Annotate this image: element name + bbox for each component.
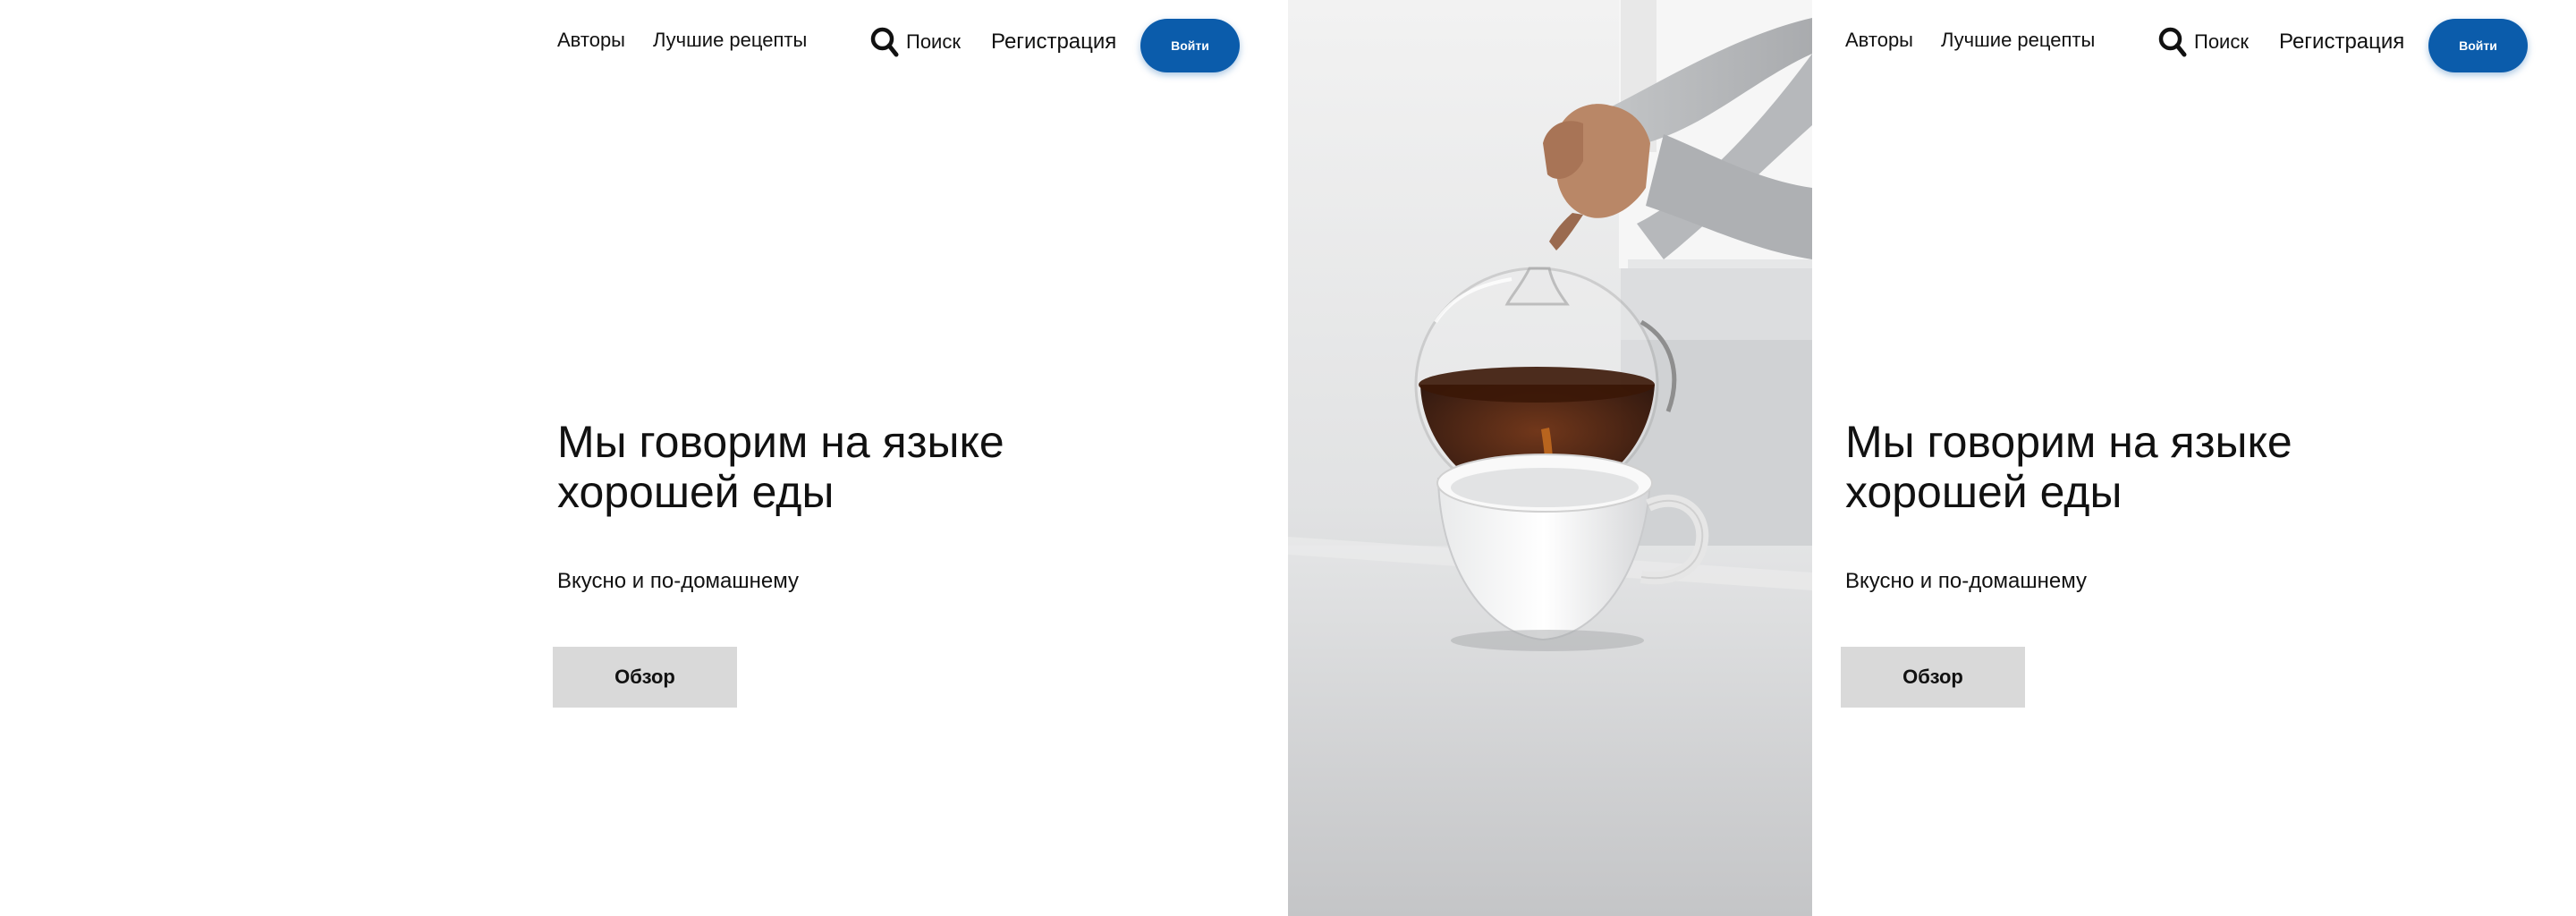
search-icon[interactable]: [2158, 27, 2187, 57]
nav-link-register[interactable]: Регистрация: [991, 30, 1116, 55]
search-icon[interactable]: [870, 27, 899, 57]
nav-link-authors[interactable]: Авторы: [557, 29, 625, 52]
landing-panel-right: Авторы Лучшие рецепты Поиск Регистрация …: [1812, 0, 2576, 916]
nav-link-register[interactable]: Регистрация: [2279, 30, 2404, 55]
hero-title: Мы говорим на языке хорошей еды: [557, 417, 1004, 517]
search-label[interactable]: Поиск: [2194, 30, 2249, 54]
hero-title: Мы говорим на языке хорошей еды: [1845, 417, 2292, 517]
hero-subtitle: Вкусно и по-домашнему: [1845, 569, 2088, 593]
search-label[interactable]: Поиск: [906, 30, 961, 54]
nav-search[interactable]: Поиск: [2158, 27, 2249, 57]
review-button[interactable]: Обзор: [553, 647, 737, 708]
review-button[interactable]: Обзор: [1841, 647, 2025, 708]
nav-search[interactable]: Поиск: [870, 27, 961, 57]
hero-subtitle: Вкусно и по-домашнему: [557, 569, 800, 593]
nav-link-authors[interactable]: Авторы: [1845, 29, 1913, 52]
page: Авторы Лучшие рецепты Поиск Регистрация …: [0, 0, 2576, 916]
nav-link-best-recipes[interactable]: Лучшие рецепты: [653, 29, 807, 52]
landing-panel-left: Авторы Лучшие рецепты Поиск Регистрация …: [0, 0, 1288, 916]
coffee-pour-photo: [1288, 0, 1812, 916]
nav-link-best-recipes[interactable]: Лучшие рецепты: [1941, 29, 2095, 52]
login-button[interactable]: Войти: [1140, 19, 1240, 72]
login-button[interactable]: Войти: [2428, 19, 2528, 72]
